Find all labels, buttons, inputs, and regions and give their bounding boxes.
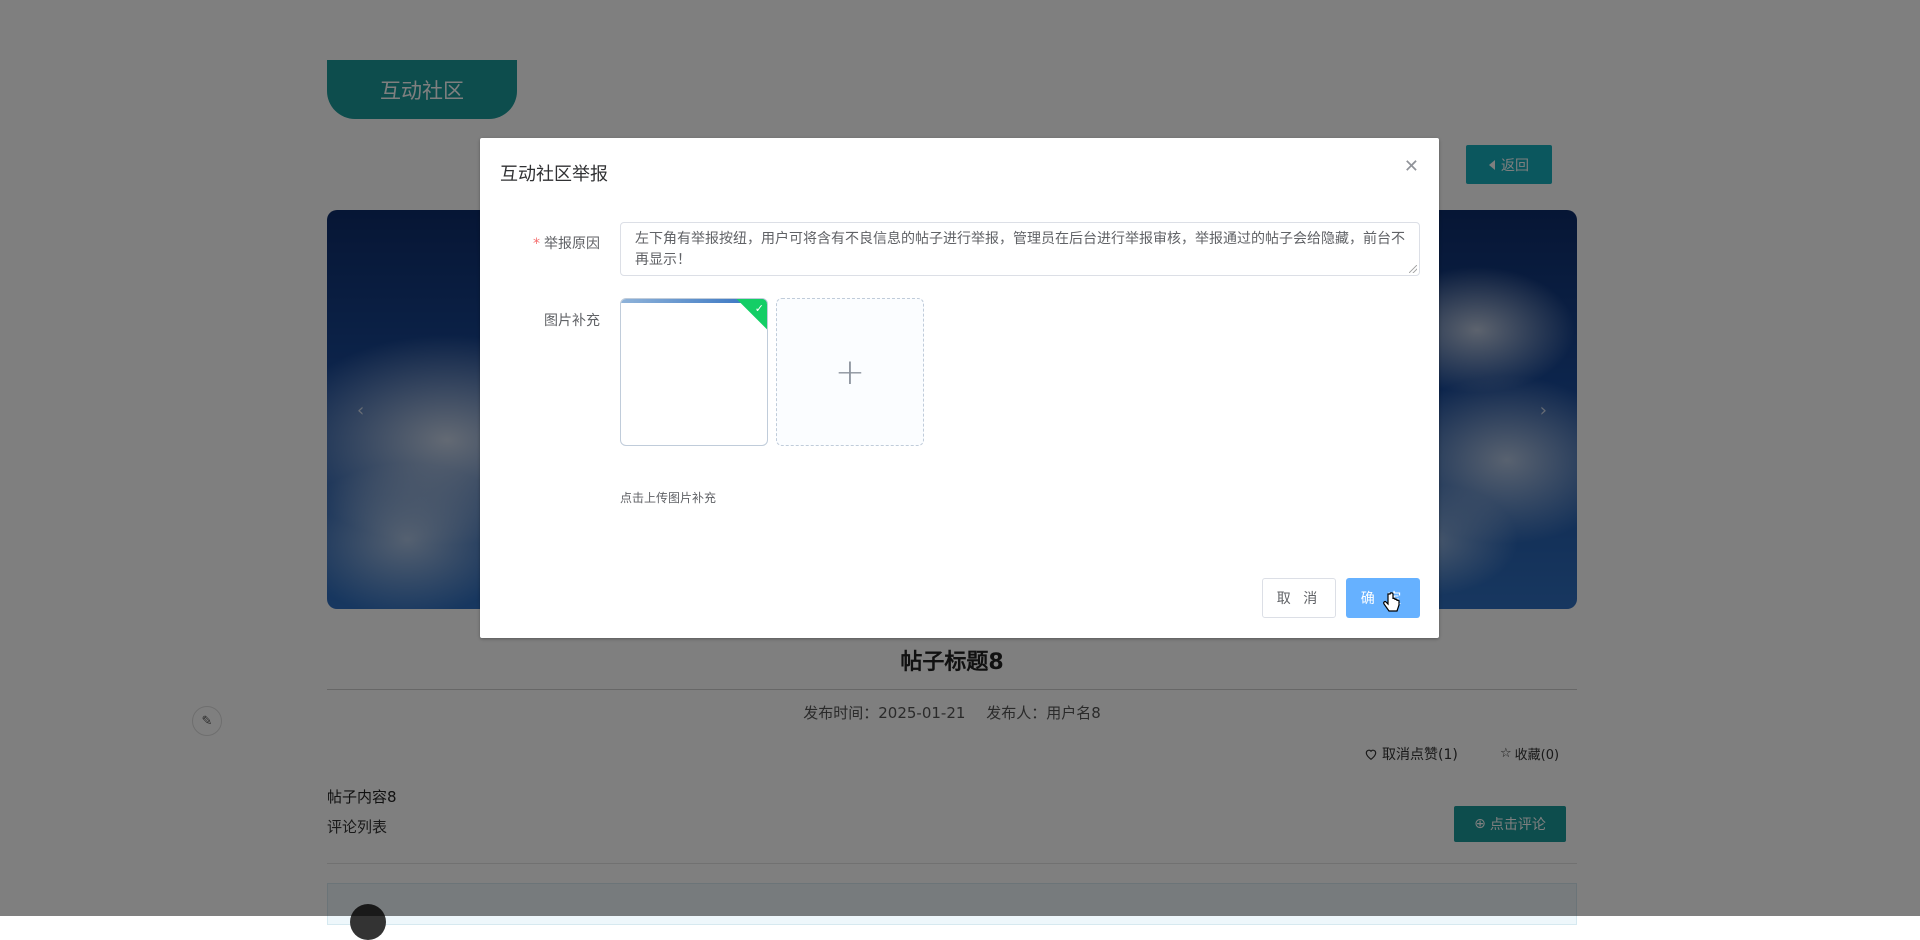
reason-label: 举报原因 [544,236,600,252]
dialog-title: 互动社区举报 [500,164,608,185]
upload-tip: 点击上传图片补充 [620,491,717,505]
reason-textarea[interactable]: 左下角有举报按纽，用户可将含有不良信息的帖子进行举报，管理员在后台进行举报审核，… [620,222,1420,276]
close-icon[interactable]: ✕ [1404,156,1419,177]
resize-handle[interactable] [1409,265,1417,273]
reason-text: 左下角有举报按纽，用户可将含有不良信息的帖子进行举报，管理员在后台进行举报审核，… [635,231,1405,268]
uploaded-image-thumbnail[interactable]: ✓ [620,298,768,446]
report-dialog: 互动社区举报 ✕ * 举报原因 左下角有举报按纽，用户可将含有不良信息的帖子进行举… [480,138,1439,638]
required-mark: * [533,236,540,252]
hand-cursor-icon [1383,592,1400,612]
image-upload-button[interactable]: + [776,298,924,446]
cancel-button[interactable]: 取 消 [1262,578,1336,618]
image-label: 图片补充 [544,313,600,329]
reason-label-wrap: * 举报原因 [490,233,600,253]
check-icon: ✓ [754,302,764,315]
plus-icon: + [834,351,866,393]
